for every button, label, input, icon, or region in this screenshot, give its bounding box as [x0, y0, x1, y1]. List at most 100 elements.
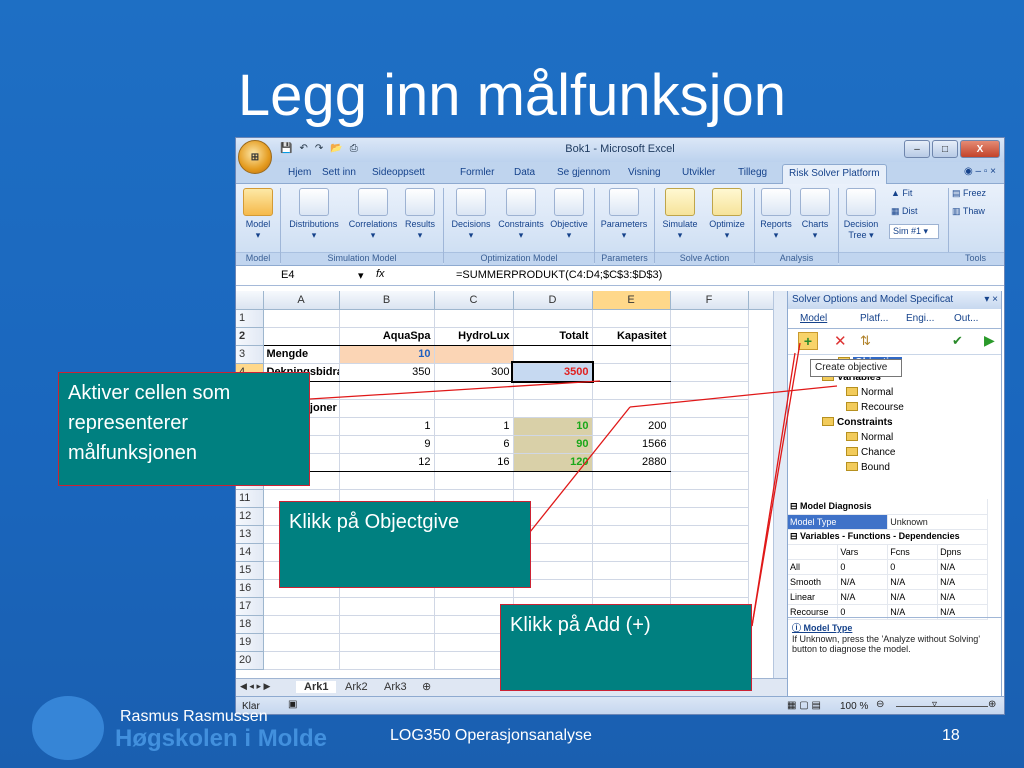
row-header[interactable]: 3	[236, 345, 264, 364]
cell[interactable]: 350	[339, 363, 435, 382]
cell[interactable]	[263, 615, 340, 634]
correlations-button[interactable]: Correlations ▾	[344, 188, 402, 241]
cell[interactable]	[592, 309, 671, 328]
row-header[interactable]: 13	[236, 525, 264, 544]
cell[interactable]: 300	[434, 363, 514, 382]
macro-icon[interactable]: ▣	[288, 699, 297, 710]
tab-hjem[interactable]: Hjem	[288, 167, 311, 178]
sim-selector[interactable]: Sim #1 ▾	[889, 224, 939, 239]
cell[interactable]	[339, 399, 435, 418]
tab-formler[interactable]: Formler	[460, 167, 494, 178]
cell[interactable]	[670, 453, 749, 472]
tab-risk-solver-platform[interactable]: Risk Solver Platform	[782, 164, 887, 184]
cell[interactable]	[513, 399, 593, 418]
cell[interactable]	[670, 525, 749, 544]
cell[interactable]	[670, 417, 749, 436]
add-plus-icon[interactable]: +	[798, 332, 818, 350]
cell[interactable]	[339, 633, 435, 652]
sheet-nav-icon[interactable]: ◀ ◂ ▸ ▶	[240, 681, 270, 692]
close-button[interactable]: X	[960, 140, 1000, 158]
cell[interactable]	[670, 345, 749, 364]
cell[interactable]	[592, 471, 671, 490]
cell[interactable]	[592, 507, 671, 526]
cell[interactable]	[670, 327, 749, 346]
tree-item[interactable]: Normal	[846, 387, 893, 398]
thaw-button[interactable]: ▥ Thaw	[952, 206, 985, 217]
cell[interactable]	[339, 309, 435, 328]
cell[interactable]	[670, 399, 749, 418]
cell[interactable]: 6	[434, 435, 514, 454]
cell[interactable]	[434, 381, 514, 400]
cell[interactable]	[339, 381, 435, 400]
cell[interactable]: 9	[339, 435, 435, 454]
cell[interactable]	[263, 309, 340, 328]
select-all-corner[interactable]	[236, 291, 264, 310]
row-header[interactable]: 11	[236, 489, 264, 508]
cell[interactable]	[670, 363, 749, 382]
cell[interactable]: AquaSpa	[339, 326, 435, 346]
cell[interactable]	[592, 345, 671, 364]
row-header[interactable]: 17	[236, 597, 264, 616]
cell[interactable]	[592, 381, 671, 400]
delete-x-icon[interactable]: ✕	[834, 332, 847, 350]
tree-item[interactable]: Bound	[846, 462, 890, 473]
cell[interactable]	[670, 381, 749, 400]
cell[interactable]: Totalt	[513, 326, 593, 346]
cell[interactable]: 1	[339, 417, 435, 436]
cell[interactable]	[513, 381, 593, 400]
simulate-button[interactable]: Simulate ▾	[658, 188, 702, 241]
maximize-button[interactable]: □	[932, 140, 958, 158]
tab-tillegg[interactable]: Tillegg	[738, 167, 767, 178]
cell[interactable]: 12	[339, 453, 435, 472]
cell[interactable]	[670, 435, 749, 454]
cell[interactable]	[339, 651, 435, 670]
cell[interactable]	[263, 651, 340, 670]
cell[interactable]	[263, 633, 340, 652]
cell[interactable]	[592, 363, 671, 382]
cell[interactable]	[670, 579, 749, 598]
cell[interactable]: 1	[434, 417, 514, 436]
fit-button[interactable]: ▲ Fit	[891, 188, 912, 198]
tab-data[interactable]: Data	[514, 167, 535, 178]
tree-item[interactable]: Recourse	[846, 402, 904, 413]
cell[interactable]: 2880	[592, 453, 671, 472]
zoom-slider[interactable]: ▿	[932, 699, 937, 710]
cell[interactable]: Mengde	[263, 345, 340, 364]
cell[interactable]: 1566	[592, 435, 671, 454]
cell[interactable]	[592, 525, 671, 544]
column-header[interactable]: C	[434, 291, 514, 310]
tab-sideoppsett[interactable]: Sideoppsett	[372, 167, 425, 178]
cell[interactable]	[263, 597, 340, 616]
cell[interactable]	[513, 471, 593, 490]
solve-play-icon[interactable]: ▶	[984, 332, 995, 349]
cell[interactable]	[513, 345, 593, 364]
dist-button[interactable]: ▦ Dist	[891, 206, 918, 217]
help-icon[interactable]: ◉ – ▫ ×	[964, 166, 996, 177]
cell[interactable]: 10	[513, 417, 593, 436]
cell[interactable]	[339, 615, 435, 634]
cell[interactable]	[434, 471, 514, 490]
new-sheet-icon[interactable]: ⊕	[422, 680, 431, 693]
vertical-scrollbar[interactable]	[773, 291, 787, 678]
row-header[interactable]: 19	[236, 633, 264, 652]
cell[interactable]	[434, 345, 514, 364]
pane-close-icon[interactable]: ▾ ×	[984, 294, 998, 305]
cell[interactable]	[513, 309, 593, 328]
tree-item[interactable]: Chance	[846, 447, 895, 458]
cell[interactable]: 16	[434, 453, 514, 472]
cell[interactable]	[670, 309, 749, 328]
pane-tab-engine[interactable]: Engi...	[906, 313, 934, 324]
decisions-button[interactable]: Decisions ▾	[448, 188, 494, 241]
cell[interactable]	[592, 399, 671, 418]
column-header[interactable]: D	[513, 291, 593, 310]
cell[interactable]: 200	[592, 417, 671, 436]
results-button[interactable]: Results ▾	[402, 188, 438, 241]
cell[interactable]	[670, 489, 749, 508]
refresh-icon[interactable]: ⇅	[860, 333, 871, 349]
cell[interactable]: HydroLux	[434, 326, 514, 346]
pane-tab-platform[interactable]: Platf...	[860, 313, 888, 324]
cell[interactable]	[434, 399, 514, 418]
help-title[interactable]: ⓘ Model Type	[792, 621, 997, 634]
row-header[interactable]: 14	[236, 543, 264, 562]
cell[interactable]	[670, 561, 749, 580]
